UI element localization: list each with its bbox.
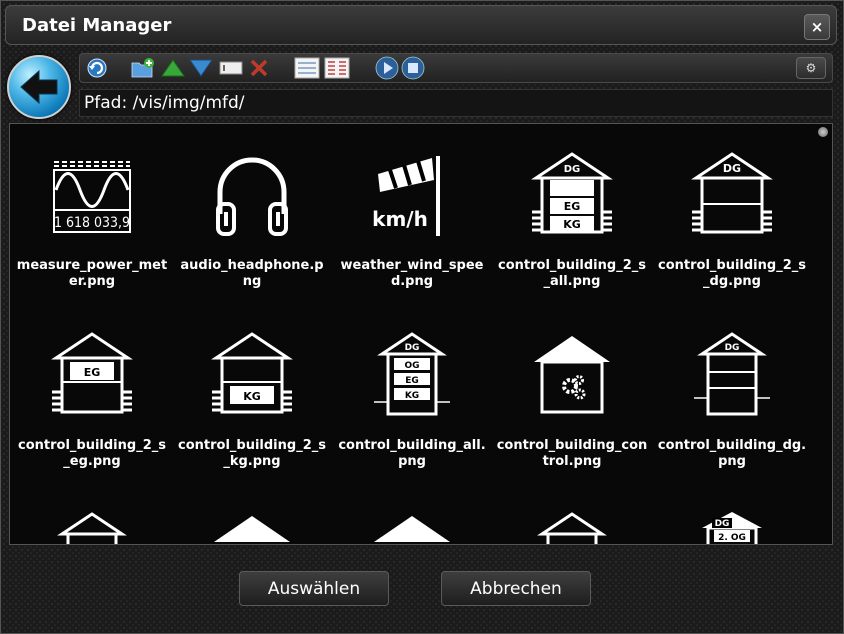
dialog-title: Datei Manager [22,15,172,36]
svg-text:KG: KG [563,218,581,231]
roof-partial-icon [374,516,450,542]
play-icon [375,56,399,80]
svg-text:EG: EG [84,366,101,379]
building-2s-kg-icon: KG [211,332,293,414]
file-item[interactable]: audio_headphone.png [172,124,332,294]
wind-speed-icon: km/h [372,156,440,236]
file-item[interactable]: 1 618 033,9 measure_power_meter.png [12,124,172,294]
file-name: control_building_2_s_all.png [498,258,646,289]
svg-text:DG: DG [723,162,741,175]
svg-text:DG: DG [405,343,420,353]
stop-icon [401,56,425,80]
file-name: audio_headphone.png [180,258,324,289]
file-item[interactable] [492,484,652,544]
building-dg-icon: DG [694,332,770,416]
svg-text:DG: DG [564,164,581,175]
folder-add-icon [131,58,154,78]
toolbar: ⚙ [79,53,833,83]
details-view-button[interactable] [324,56,350,80]
file-name: control_building_all.png [338,438,486,469]
building-control-icon [534,336,610,414]
arrow-left-icon [20,69,58,105]
svg-text:EG: EG [564,200,581,213]
file-name: control_building_control.png [496,438,648,469]
file-item[interactable]: DG EG KG control_building_2_s_all.png [492,124,652,294]
file-item[interactable]: DG control_building_2_s_dg.png [652,124,812,294]
building-2s-dg-icon: DG [691,152,773,234]
close-button[interactable]: × [804,14,830,40]
file-item[interactable]: KG control_building_2_s_kg.png [172,304,332,474]
stop-button[interactable] [400,56,426,80]
file-item[interactable]: DG OG EG KG control_building_all.png [332,304,492,474]
file-name: weather_wind_speed.png [340,258,484,289]
arrow-up-icon [161,59,185,77]
delete-icon [250,59,268,77]
headphone-icon [216,157,288,236]
delete-button[interactable] [246,56,272,80]
arrow-down-icon [189,59,213,77]
meter-reading: 1 618 033,9 [54,215,130,231]
svg-text:OG: OG [404,361,419,371]
svg-text:EG: EG [405,376,419,386]
new-folder-button[interactable] [130,56,156,80]
file-name: control_building_dg.png [657,438,807,469]
building-all-icon: DG OG EG KG [374,332,450,416]
upload-button[interactable] [160,56,186,80]
title-bar: Datei Manager × [5,5,837,45]
refresh-button[interactable] [84,56,110,80]
roof-partial-icon [214,516,290,542]
building-2s-eg-icon: EG [51,332,133,414]
refresh-icon [87,58,107,78]
back-button[interactable] [7,55,71,119]
scrollbar-handle[interactable] [818,127,828,137]
building-2s-all-icon: DG EG KG [531,152,613,234]
svg-text:DG: DG [725,343,740,353]
settings-button[interactable]: ⚙ [796,57,826,79]
file-name: control_building_2_s_kg.png [178,438,326,469]
file-grid[interactable]: 1 618 033,9 measure_power_meter.png audi… [9,123,833,545]
file-item[interactable]: DG control_building_dg.png [652,304,812,474]
file-name: measure_power_meter.png [16,258,168,289]
rename-button[interactable] [218,56,244,80]
building-partial-icon [537,512,607,544]
list-view-button[interactable] [294,56,320,80]
svg-text:KG: KG [405,391,419,401]
cancel-button[interactable]: Abbrechen [441,571,591,606]
play-button[interactable] [374,56,400,80]
wind-unit: km/h [372,207,428,231]
file-manager-dialog: Datei Manager × ⚙ Pfad: /vis/img/mfd/ 1 … [0,0,844,634]
svg-text:KG: KG [243,390,261,403]
download-button[interactable] [188,56,214,80]
details-view-icon [324,57,350,79]
file-item[interactable] [172,484,332,544]
svg-text:2. OG: 2. OG [718,533,746,543]
file-item[interactable]: EG control_building_2_s_eg.png [12,304,172,474]
path-bar: Pfad: /vis/img/mfd/ [79,89,833,117]
file-item[interactable]: km/h weather_wind_speed.png [332,124,492,294]
file-name: control_building_2_s_eg.png [18,438,166,469]
power-meter-icon: 1 618 033,9 [53,161,131,233]
file-item[interactable]: control_building_control.png [492,304,652,474]
rename-icon [219,61,243,75]
building-partial-icon [57,512,127,544]
file-name: control_building_2_s_dg.png [658,258,806,289]
file-item[interactable] [12,484,172,544]
building-partial-dg2og-icon: DG 2. OG [702,512,762,544]
select-button[interactable]: Auswählen [239,571,389,606]
path-label: Pfad: /vis/img/mfd/ [84,93,245,113]
svg-text:DG: DG [715,519,730,529]
file-item[interactable]: DG 2. OG [652,484,812,544]
list-view-icon [294,57,320,79]
file-item[interactable] [332,484,492,544]
